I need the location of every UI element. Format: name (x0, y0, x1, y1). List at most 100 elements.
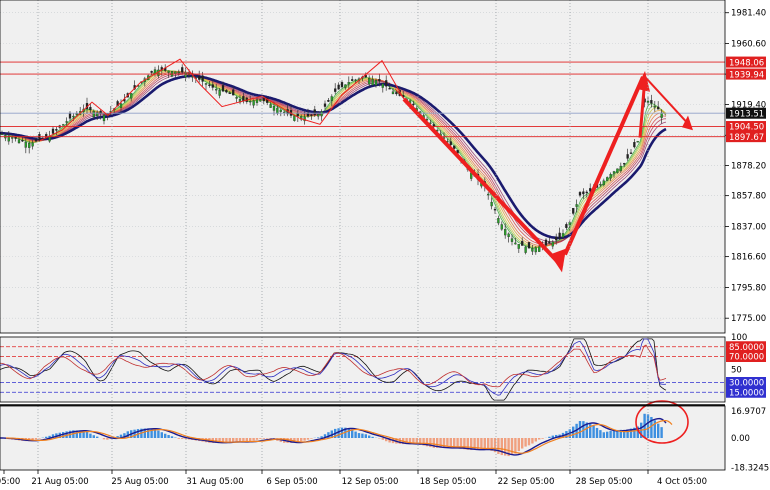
candle-body (606, 177, 609, 181)
candle-body (619, 165, 622, 172)
macd-histogram-bar (354, 431, 357, 438)
price-tag-label: 1948.06 (729, 58, 764, 68)
macd-histogram-bar (592, 425, 595, 438)
candle-body (385, 80, 388, 87)
candle-body (252, 100, 255, 106)
macd-histogram-bar (517, 438, 520, 452)
candle-body (211, 84, 214, 88)
macd-histogram-bar (524, 438, 527, 447)
candle-body (551, 241, 554, 247)
candle-body (629, 152, 633, 154)
candle-body (279, 109, 282, 112)
macd-histogram-bar (96, 436, 99, 438)
price-tag-label: 1939.94 (729, 70, 764, 80)
macd-panel (0, 400, 725, 470)
candle-body (249, 100, 252, 103)
candle-body (198, 75, 201, 80)
candle-body (371, 79, 374, 86)
candle-body (538, 246, 541, 252)
candle-body (517, 244, 520, 249)
candle-body (340, 82, 344, 88)
candle-body (130, 93, 133, 99)
candle-body (201, 75, 204, 82)
candle-body (507, 233, 510, 238)
macd-histogram-bar (317, 437, 320, 438)
candle-body (521, 241, 524, 246)
candle-body (354, 79, 357, 81)
macd-histogram-bar (160, 432, 163, 438)
candle-body (17, 139, 21, 144)
candle-body (235, 96, 238, 99)
candle-body (276, 107, 279, 114)
macd-histogram-bar (527, 438, 531, 446)
price-tick-label: 1981.40 (731, 9, 766, 19)
candle-body (65, 121, 68, 123)
candle-body (225, 89, 228, 93)
macd-histogram-bar (646, 414, 650, 438)
candle-body (187, 74, 191, 76)
macd-histogram-bar (45, 436, 48, 438)
candle-body (374, 80, 378, 86)
candle-body (487, 193, 490, 196)
macd-histogram-bar (357, 433, 361, 438)
candle-body (167, 70, 170, 73)
candle-body (524, 246, 527, 253)
macd-histogram-bar (534, 438, 537, 442)
macd-histogram-bar (510, 438, 514, 456)
macd-histogram-bar (164, 433, 167, 438)
candle-body (490, 201, 493, 207)
macd-histogram-bar (249, 438, 252, 442)
price-tick-label: 1775.00 (731, 314, 766, 324)
macd-histogram-bar (133, 429, 136, 438)
macd-histogram-bar (157, 430, 160, 438)
oscillator-tick-label: 70.0000 (729, 353, 764, 363)
price-tick-label: 1960.60 (731, 40, 766, 50)
candle-body (565, 224, 568, 229)
macd-histogram-bar (255, 438, 259, 440)
macd-histogram-bar (306, 438, 310, 440)
candle-body (510, 238, 514, 242)
oscillator-panel (0, 337, 725, 402)
macd-histogram-bar (531, 438, 534, 444)
candle-body (548, 241, 551, 244)
candle-body (262, 98, 265, 102)
candle-body (215, 89, 218, 91)
candle-body (38, 134, 41, 141)
candle-body (653, 106, 656, 108)
candle-body (334, 88, 337, 92)
price-panel (0, 0, 725, 333)
candle-body (232, 89, 235, 96)
candle-body (391, 91, 395, 95)
macd-histogram-bar (85, 432, 89, 438)
macd-histogram-bar (595, 427, 599, 438)
macd-histogram-bar (521, 438, 524, 449)
macd-histogram-bar (612, 430, 616, 438)
candle-body (650, 100, 653, 104)
price-tag-label: 1897.67 (729, 133, 764, 143)
x-tick-label: 22 Sep 05:00 (498, 477, 555, 487)
candle-body (585, 191, 588, 194)
candle-body (660, 112, 663, 118)
candle-body (453, 145, 456, 149)
macd-histogram-bar (170, 436, 174, 438)
candle-body (368, 78, 371, 85)
macd-histogram-bar (371, 436, 374, 438)
candle-body (514, 242, 517, 245)
macd-histogram-bar (232, 438, 235, 442)
candle-body (218, 90, 221, 96)
x-tick-label: 25 Aug 05:00 (111, 477, 168, 487)
candle-body (558, 232, 561, 239)
candle-body (177, 71, 180, 74)
candle-body (228, 92, 231, 95)
candle-body (102, 114, 106, 122)
price-tick-label: 1878.20 (731, 161, 766, 171)
macd-histogram-bar (167, 435, 170, 438)
macd-histogram-bar (364, 434, 367, 438)
candle-body (317, 114, 320, 117)
macd-histogram-bar (599, 430, 602, 438)
macd-histogram-bar (378, 438, 381, 439)
candle-body (320, 111, 323, 117)
candle-body (51, 128, 55, 134)
oscillator-tick-label: 50 (731, 366, 742, 376)
candle-body (527, 242, 531, 249)
